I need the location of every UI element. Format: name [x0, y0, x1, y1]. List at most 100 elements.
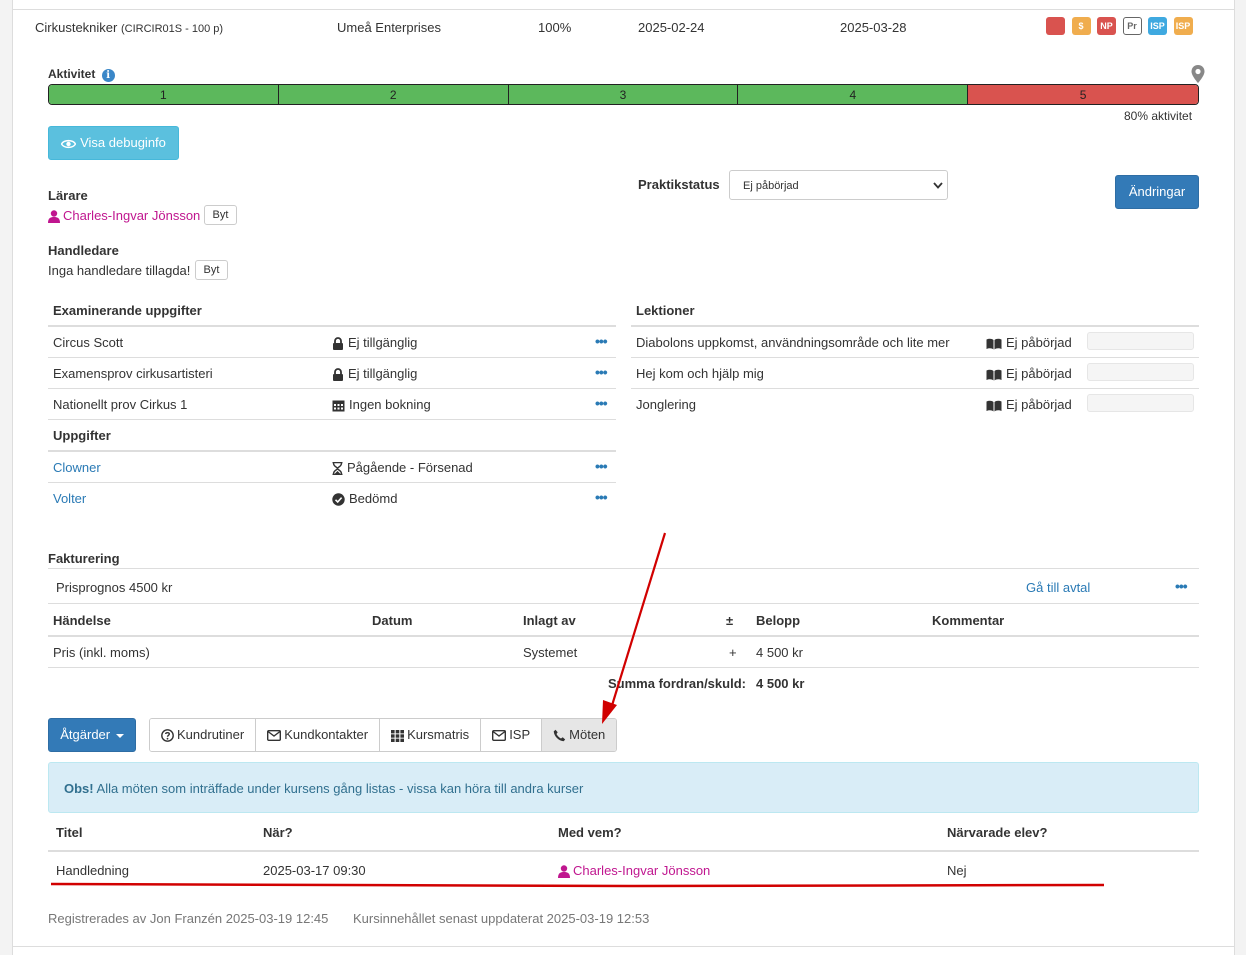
course-pace: 100% [538, 20, 572, 35]
course-badge[interactable]: NP [1097, 17, 1116, 35]
grid-icon [391, 729, 405, 742]
lesson-progress-bar [1087, 394, 1194, 412]
practice-status-select[interactable]: Ej påbörjad [729, 170, 948, 200]
lesson-name: Diabolons uppkomst, användningsområde oc… [636, 335, 950, 350]
tab-moten[interactable]: Möten [542, 719, 617, 751]
divider [48, 603, 1199, 604]
supervisor-text: Inga handledare tillagda! [48, 263, 191, 278]
lesson-status: Ej påbörjad [986, 335, 1072, 350]
go-to-agreement-link[interactable]: Gå till avtal [1026, 580, 1090, 595]
meeting-title: Handledning [56, 863, 130, 878]
check-circle-icon [332, 493, 345, 506]
divider [48, 388, 616, 389]
meetings-col-header: När? [263, 825, 293, 840]
activity-percent: 80% aktivitet [1124, 109, 1193, 123]
activity-segment: 2 [278, 85, 509, 104]
billing-event: Pris (inkl. moms) [53, 645, 150, 660]
user-icon [558, 865, 570, 879]
tab-isp[interactable]: ISP [481, 719, 543, 751]
tab-kundrutiner[interactable]: Kundrutiner [150, 719, 257, 751]
swap-supervisor-button[interactable]: Byt [195, 260, 228, 280]
billing-heading: Fakturering [48, 551, 120, 566]
activity-segment: 5 [968, 85, 1198, 104]
exam-task-name: Examensprov cirkusartisteri [53, 366, 213, 381]
show-debug-button[interactable]: Visa debuginfo [48, 126, 179, 160]
tab-kursmatris[interactable]: Kursmatris [380, 719, 482, 751]
more-options-icon[interactable]: ••• [595, 458, 608, 474]
course-badge[interactable]: ISP [1173, 17, 1193, 35]
divider [48, 667, 1199, 668]
activity-segment: 3 [508, 85, 739, 104]
divider [12, 9, 1235, 10]
meeting-with-link[interactable]: Charles-Ingvar Jönsson [558, 863, 710, 879]
hourglass-icon [332, 462, 343, 476]
swap-teacher-button[interactable]: Byt [204, 205, 237, 225]
tab-bar: Kundrutiner Kundkontakter Kursmatris ISP… [149, 718, 618, 752]
info-icon[interactable]: i [101, 69, 115, 82]
actions-dropdown-button[interactable]: Åtgärder [48, 718, 136, 752]
lesson-progress-bar [1087, 332, 1194, 350]
calendar-icon [332, 400, 345, 412]
more-options-icon[interactable]: ••• [595, 395, 608, 411]
divider [631, 357, 1199, 358]
activity-segment: 4 [738, 85, 969, 104]
meetings-col-header: Närvarade elev? [947, 825, 1048, 840]
teacher-heading: Lärare [48, 188, 88, 203]
lesson-name: Jonglering [636, 397, 696, 412]
caret-down-icon [115, 733, 124, 738]
exam-task-name: Nationellt prov Cirkus 1 [53, 397, 188, 412]
changes-button[interactable]: Ändringar [1115, 175, 1199, 209]
billing-col-header: Inlagt av [523, 613, 576, 628]
course-badge[interactable]: Pr [1122, 17, 1142, 35]
meetings-col-header: Titel [56, 825, 83, 840]
more-options-icon[interactable]: ••• [595, 333, 608, 349]
lock-icon [333, 368, 343, 382]
task-link[interactable]: Volter [53, 491, 86, 506]
lesson-status: Ej påbörjad [986, 366, 1072, 381]
lock-icon [333, 337, 343, 351]
tab-kundkontakter[interactable]: Kundkontakter [256, 719, 381, 751]
book-open-icon [986, 400, 1002, 412]
divider [48, 482, 616, 483]
lessons-heading: Lektioner [636, 303, 695, 318]
divider [48, 850, 1199, 852]
divider [48, 325, 616, 327]
billing-sum-label: Summa fordran/skuld: [608, 676, 746, 691]
exam-task-status: Ej tillgänglig [332, 366, 417, 382]
phone-icon [553, 729, 566, 742]
divider [48, 568, 1199, 569]
divider [631, 388, 1199, 389]
chevron-down-icon [933, 182, 943, 189]
course-badge[interactable]: ISP [1148, 17, 1167, 35]
divider [48, 450, 616, 452]
task-link[interactable]: Clowner [53, 460, 101, 475]
teacher-link[interactable]: Charles-Ingvar Jönsson [48, 208, 200, 224]
billing-col-header: ± [726, 613, 734, 628]
registered-by-text: Registrerades av Jon Franzén 2025-03-19 … [48, 911, 329, 926]
meeting-attended: Nej [947, 863, 967, 878]
tasks-heading: Uppgifter [53, 428, 111, 443]
activity-label: Aktivitet i [48, 67, 115, 82]
more-options-icon[interactable]: ••• [1175, 578, 1188, 594]
course-badge[interactable]: $ [1071, 17, 1091, 35]
exam-task-status: Ej tillgänglig [332, 335, 417, 351]
course-title: Cirkustekniker (CIRCIR01S - 100 p) [35, 20, 223, 35]
course-start-date: 2025-02-24 [638, 20, 705, 35]
course-badge[interactable] [1046, 17, 1065, 35]
billing-col-header: Kommentar [932, 613, 1005, 628]
supervisor-heading: Handledare [48, 243, 119, 258]
more-options-icon[interactable]: ••• [595, 489, 608, 505]
book-open-icon [986, 369, 1002, 381]
course-provider: Umeå Enterprises [337, 20, 442, 35]
exam-task-status: Ingen bokning [332, 397, 431, 412]
lesson-progress-bar [1087, 363, 1194, 381]
meeting-time: 2025-03-17 09:30 [263, 863, 366, 878]
meetings-col-header: Med vem? [558, 825, 622, 840]
divider [48, 635, 1199, 637]
exam-task-name: Circus Scott [53, 335, 124, 350]
practice-status-label: Praktikstatus [638, 177, 720, 192]
exam-tasks-heading: Examinerande uppgifter [53, 303, 202, 318]
more-options-icon[interactable]: ••• [595, 364, 608, 380]
task-status: Bedömd [332, 491, 397, 506]
billing-sign: + [729, 645, 737, 660]
